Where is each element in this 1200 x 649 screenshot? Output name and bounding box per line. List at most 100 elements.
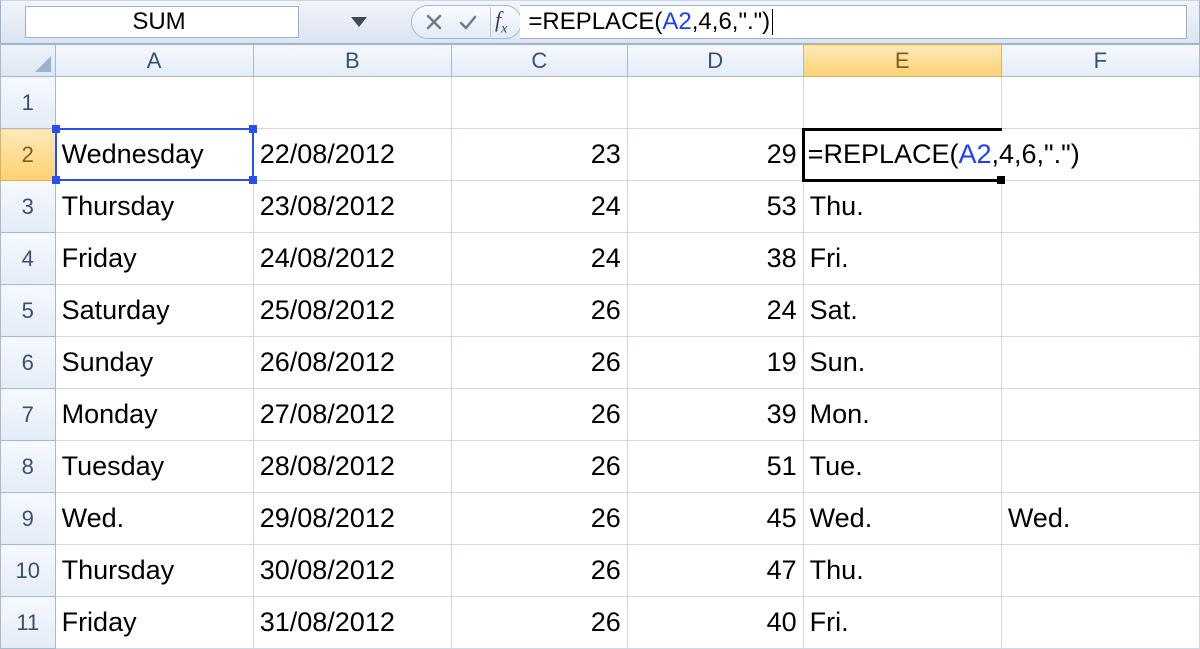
col-header-E[interactable]: E: [803, 45, 1001, 77]
cell-F1[interactable]: [1001, 77, 1199, 129]
cell-A3[interactable]: Thursday: [55, 181, 253, 233]
cell-B10[interactable]: 30/08/2012: [253, 545, 451, 597]
cell-E6[interactable]: Sun.: [803, 337, 1001, 389]
cell-B9[interactable]: 29/08/2012: [253, 493, 451, 545]
select-all-corner[interactable]: [1, 45, 56, 77]
cell-F7[interactable]: [1001, 389, 1199, 441]
cell-D3[interactable]: 53: [627, 181, 803, 233]
row-header-7[interactable]: 7: [1, 389, 56, 441]
cell-B7[interactable]: 27/08/2012: [253, 389, 451, 441]
chevron-down-icon: [351, 17, 367, 27]
range-handle[interactable]: [249, 125, 257, 133]
col-header-D[interactable]: D: [627, 45, 803, 77]
cell-C11[interactable]: 26: [451, 597, 627, 649]
row-header-9[interactable]: 9: [1, 493, 56, 545]
formula-text-suffix: ,4,6,"."): [692, 8, 770, 36]
cell-editor[interactable]: =REPLACE(A2,4,6,"."): [808, 131, 1197, 178]
table-row: 3 Thursday 23/08/2012 24 53 Thu.: [1, 181, 1200, 233]
formula-input[interactable]: =REPLACE(A2,4,6,"."): [520, 5, 1187, 39]
cell-C8[interactable]: 26: [451, 441, 627, 493]
cell-A2[interactable]: Wednesday: [55, 129, 253, 181]
col-header-B[interactable]: B: [253, 45, 451, 77]
cell-C9[interactable]: 26: [451, 493, 627, 545]
fill-handle[interactable]: [997, 176, 1005, 184]
row-header-8[interactable]: 8: [1, 441, 56, 493]
spreadsheet-grid[interactable]: A B C D E F 1 2 Wednesday: [0, 44, 1200, 649]
cell-F10[interactable]: [1001, 545, 1199, 597]
row-header-5[interactable]: 5: [1, 285, 56, 337]
col-header-A[interactable]: A: [55, 45, 253, 77]
cell-D5[interactable]: 24: [627, 285, 803, 337]
cell-F8[interactable]: [1001, 441, 1199, 493]
col-header-C[interactable]: C: [451, 45, 627, 77]
cell-B6[interactable]: 26/08/2012: [253, 337, 451, 389]
cell-C7[interactable]: 26: [451, 389, 627, 441]
cell-A11[interactable]: Friday: [55, 597, 253, 649]
name-box-dropdown[interactable]: [329, 6, 389, 38]
cell-D10[interactable]: 47: [627, 545, 803, 597]
fx-icon[interactable]: fx: [490, 7, 507, 37]
row-header-1[interactable]: 1: [1, 77, 56, 129]
cell-B2[interactable]: 22/08/2012: [253, 129, 451, 181]
cell-A9[interactable]: Wed.: [55, 493, 253, 545]
cell-F5[interactable]: [1001, 285, 1199, 337]
row-header-11[interactable]: 11: [1, 597, 56, 649]
cell-D2[interactable]: 29: [627, 129, 803, 181]
cell-D1[interactable]: [627, 77, 803, 129]
cell-B4[interactable]: 24/08/2012: [253, 233, 451, 285]
row-header-4[interactable]: 4: [1, 233, 56, 285]
cell-C4[interactable]: 24: [451, 233, 627, 285]
cell-F11[interactable]: [1001, 597, 1199, 649]
cell-D4[interactable]: 38: [627, 233, 803, 285]
cell-E9[interactable]: Wed.: [803, 493, 1001, 545]
cell-E1[interactable]: [803, 77, 1001, 129]
cell-B5[interactable]: 25/08/2012: [253, 285, 451, 337]
cell-C3[interactable]: 24: [451, 181, 627, 233]
cell-C6[interactable]: 26: [451, 337, 627, 389]
cell-A5[interactable]: Saturday: [55, 285, 253, 337]
cell-F9[interactable]: Wed.: [1001, 493, 1199, 545]
cell-F4[interactable]: [1001, 233, 1199, 285]
cell-A1[interactable]: [55, 77, 253, 129]
cell-E11[interactable]: Fri.: [803, 597, 1001, 649]
name-box[interactable]: SUM: [25, 6, 299, 38]
cell-C10[interactable]: 26: [451, 545, 627, 597]
range-handle[interactable]: [249, 176, 257, 184]
row-header-10[interactable]: 10: [1, 545, 56, 597]
row-header-3[interactable]: 3: [1, 181, 56, 233]
cell-A4[interactable]: Friday: [55, 233, 253, 285]
cell-A7[interactable]: Monday: [55, 389, 253, 441]
range-handle[interactable]: [52, 125, 60, 133]
row-header-6[interactable]: 6: [1, 337, 56, 389]
cell-E10[interactable]: Thu.: [803, 545, 1001, 597]
range-handle[interactable]: [52, 176, 60, 184]
cell-C2[interactable]: 23: [451, 129, 627, 181]
cell-B1[interactable]: [253, 77, 451, 129]
cell-E7[interactable]: Mon.: [803, 389, 1001, 441]
cell-B11[interactable]: 31/08/2012: [253, 597, 451, 649]
cell-C5[interactable]: 26: [451, 285, 627, 337]
cell-D11[interactable]: 40: [627, 597, 803, 649]
cell-A8[interactable]: Tuesday: [55, 441, 253, 493]
cell-D6[interactable]: 19: [627, 337, 803, 389]
enter-icon[interactable]: [456, 10, 480, 34]
cell-F6[interactable]: [1001, 337, 1199, 389]
cell-E8[interactable]: Tue.: [803, 441, 1001, 493]
cell-D7[interactable]: 39: [627, 389, 803, 441]
cell-A6[interactable]: Sunday: [55, 337, 253, 389]
cell-E3[interactable]: Thu.: [803, 181, 1001, 233]
cancel-icon[interactable]: [422, 10, 446, 34]
cell-D9[interactable]: 45: [627, 493, 803, 545]
col-header-F[interactable]: F: [1001, 45, 1199, 77]
cell-D8[interactable]: 51: [627, 441, 803, 493]
row-header-2[interactable]: 2: [1, 129, 56, 181]
cell-E2[interactable]: =REPLACE(A2,4,6,"."): [803, 129, 1001, 181]
cell-A10[interactable]: Thursday: [55, 545, 253, 597]
cell-C1[interactable]: [451, 77, 627, 129]
cell-E5[interactable]: Sat.: [803, 285, 1001, 337]
cell-B3[interactable]: 23/08/2012: [253, 181, 451, 233]
cell-E4[interactable]: Fri.: [803, 233, 1001, 285]
table-row: 4 Friday 24/08/2012 24 38 Fri.: [1, 233, 1200, 285]
cell-B8[interactable]: 28/08/2012: [253, 441, 451, 493]
cell-F3[interactable]: [1001, 181, 1199, 233]
